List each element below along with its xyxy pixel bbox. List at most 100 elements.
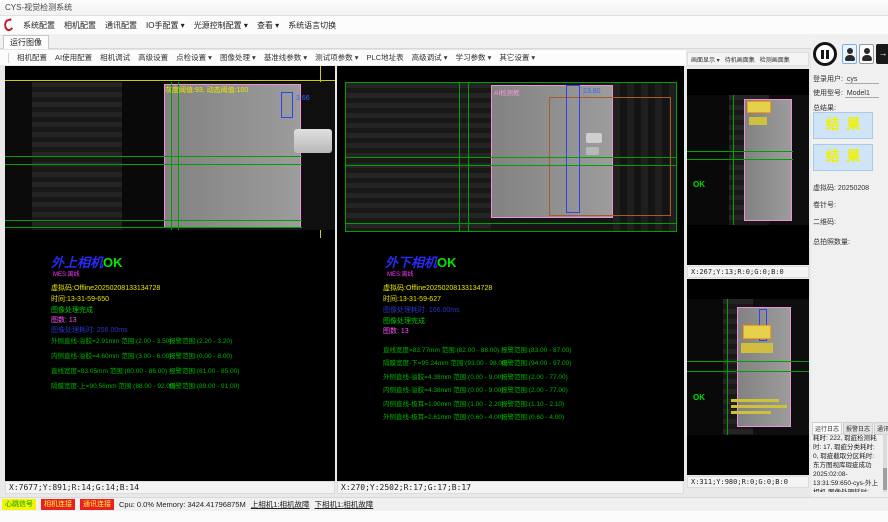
pin-number-label: 卷针号:	[813, 200, 836, 210]
tab-run-image[interactable]: 运行图像	[3, 35, 49, 49]
tool-advanced-debug[interactable]: 高级调试 ▾	[412, 52, 448, 63]
mes-note: MES:离线	[387, 269, 414, 278]
tool-bar: 相机配置 AI使用配置 相机调试 高级设置 点检设置 ▾ 图像处理 ▾ 基准线参…	[0, 49, 686, 65]
capture-time: 时间:13-31-59-650	[51, 294, 109, 304]
tool-other-settings[interactable]: 其它设置 ▾	[499, 52, 535, 63]
measure-row: 直线宽度=83.77mm 范围:(82.00 - 88.00)报警范围:(83.…	[383, 344, 663, 354]
model-field: 使用型号: Model1	[813, 88, 879, 98]
process-done: 图像处理完成	[383, 316, 425, 326]
measure-row: 外侧直线-溢胶=2.91mm 范围:(2.00 - 3.50)报警范围:(2.2…	[51, 335, 321, 345]
tool-spot-check[interactable]: 点检设置 ▾	[176, 52, 212, 63]
virtual-code-value: 20250208	[838, 185, 869, 192]
right-camera-viewport[interactable]: AI检测框 23.80 外下相机OK MES:离线 虚拟码:Offline202…	[337, 66, 684, 481]
login-user-value: cys	[845, 76, 879, 84]
window-footer	[0, 511, 888, 522]
measure-row: 内侧直线-溢胶=4.38mm 范围:(0.00 - 9.00)报警范围:(2.0…	[383, 384, 663, 394]
metal-glint	[586, 133, 602, 143]
log-scrollbar[interactable]	[883, 434, 887, 492]
cpu-memory-readout: Cpu: 0.0% Memory: 3424.41796875M	[119, 500, 246, 509]
defect-highlight	[741, 343, 773, 353]
tool-learn-params[interactable]: 学习参数 ▾	[455, 52, 491, 63]
measure-roi-box	[566, 85, 580, 213]
login-user-field: 登录用户: cys	[813, 74, 879, 84]
left-camera-image: 3.66 灰度阈值:93, 动态阈值:100	[5, 82, 335, 230]
user-icon	[864, 48, 870, 54]
measure-row: 隔膜宽度-下=95.24mm 范围:(93.00 - 98.00)报警范围:(9…	[383, 357, 663, 367]
camera-link-status-badge: 相机连接	[41, 499, 75, 510]
camera2-fault-warning: 下相机1:相机故障	[315, 499, 374, 510]
right-camera-image: AI检测框 23.80	[345, 82, 677, 232]
model-value: Model1	[845, 90, 879, 98]
thumb-detect-set[interactable]: 检测画面集	[760, 55, 790, 64]
defect-highlight	[743, 325, 771, 339]
menu-io-config[interactable]: IO手配置 ▾	[146, 20, 185, 31]
virtual-code: 虚拟码:Offline20250208133134728	[51, 283, 160, 293]
tool-image-process[interactable]: 图像处理 ▾	[220, 52, 256, 63]
qr-code-label: 二维码:	[813, 217, 836, 227]
app-logo-icon	[3, 17, 15, 32]
thumbnail-camera-1[interactable]: OK	[687, 69, 809, 265]
menu-language-switch[interactable]: 系统语言切换	[288, 20, 336, 31]
thumb-standby-set[interactable]: 待机画面集	[725, 55, 755, 64]
shot-count-label: 总拍照数量:	[813, 237, 850, 247]
status-bar: 心跳信号 相机连接 通讯连接 Cpu: 0.0% Memory: 3424.41…	[0, 497, 888, 511]
user-mode-button-active[interactable]	[842, 44, 857, 64]
tool-baseline-params[interactable]: 基准线参数 ▾	[264, 52, 307, 63]
measure-row: 隔膜宽度-上=90.56mm 范围:(88.00 - 92.00)报警范围:(8…	[51, 380, 321, 390]
tool-test-params[interactable]: 测试项参数 ▾	[315, 52, 358, 63]
measure-row: 内侧直线-溢胶=4.60mm 范围:(3.00 - 6.00)报警范围:(0.0…	[51, 350, 321, 360]
measure-row: 外侧直线-极耳=2.61mm 范围:(0.60 - 4.00)报警范围:(0.6…	[383, 411, 663, 421]
right-camera-pixel-info: X:270;Y:2502;R:17;G:17;B:17	[337, 481, 684, 494]
overlay-text-lines	[731, 399, 779, 402]
virtual-code: 虚拟码:Offline20250208133134728	[383, 283, 492, 293]
heartbeat-status-badge: 心跳信号	[2, 499, 36, 510]
result-ok: OK	[103, 255, 123, 270]
menu-system-config[interactable]: 系统配置	[23, 20, 55, 31]
control-panel: → 登录用户: cys 使用型号: Model1 总结果: 结果 结果 虚拟码:…	[811, 36, 888, 497]
result-ok: OK	[437, 255, 457, 270]
thumbnail-toolbar: 画面显示 ▾ 待机画面集 检测画面集	[687, 52, 809, 66]
connector-part	[294, 129, 332, 153]
camera-name: 外下相机	[385, 255, 437, 270]
thumbnail-camera-2[interactable]: OK	[687, 279, 809, 475]
thumb-result-ok: OK	[693, 393, 705, 402]
process-done: 图像处理完成	[51, 305, 93, 315]
measure-row: 外侧直线-溢胶=4.38mm 范围:(0.00 - 9.00)报警范围:(2.0…	[383, 371, 663, 381]
process-elapsed: 图像处理耗时: 256.00ms	[51, 325, 128, 335]
tool-advanced-settings[interactable]: 高级设置	[138, 52, 168, 63]
log-scrollbar-thumb[interactable]	[883, 468, 887, 490]
menu-comm-config[interactable]: 通讯配置	[105, 20, 137, 31]
log-text: 耗时: 222, 瑕疵检测耗时: 17, 瑕疵分类耗时: 0, 瑕疵截取分区耗时…	[813, 434, 881, 492]
menu-camera-config[interactable]: 相机配置	[64, 20, 96, 31]
thumb-view-select[interactable]: 画面显示 ▾	[691, 55, 720, 64]
measure-tag: 23.80	[583, 88, 601, 95]
measure-row: 直线宽度=83.05mm 范围:(80.00 - 86.00)报警范围:(81.…	[51, 365, 321, 375]
metal-glint	[586, 147, 599, 155]
capture-time: 时间:13-31-59-627	[383, 294, 441, 304]
tool-camera-config[interactable]: 相机配置	[17, 52, 47, 63]
window-titlebar: CYS-视觉检测系统	[0, 0, 888, 16]
thumb-result-ok: OK	[693, 180, 705, 189]
tool-plc-address[interactable]: PLC地址表	[367, 52, 404, 63]
frame-count: 图数: 13	[383, 326, 409, 336]
window-title: CYS-视觉检测系统	[5, 3, 72, 12]
comm-link-status-badge: 通讯连接	[80, 499, 114, 510]
exit-icon: →	[879, 48, 888, 58]
defect-highlight	[749, 117, 767, 125]
menu-light-config[interactable]: 光源控制配置 ▾	[194, 20, 248, 31]
user-mode-button[interactable]	[859, 44, 874, 64]
tool-camera-debug[interactable]: 相机调试	[100, 52, 130, 63]
mes-note: MES:离线	[53, 269, 80, 278]
tool-ai-use-config[interactable]: AI使用配置	[55, 52, 92, 63]
thumbnail1-pixel-info: X:267;Y:13;R:0;G:0;B:0	[687, 266, 809, 278]
ai-detect-box-label: AI检测框	[494, 87, 520, 97]
measure-roi-box	[281, 92, 293, 118]
threshold-label: 灰度阈值:93, 动态阈值:100	[165, 85, 248, 95]
pause-button[interactable]	[813, 42, 837, 66]
exit-button[interactable]: →	[876, 44, 888, 64]
defect-highlight	[747, 101, 771, 113]
menu-bar: 系统配置 相机配置 通讯配置 IO手配置 ▾ 光源控制配置 ▾ 查看 ▾ 系统语…	[0, 16, 888, 34]
menu-view[interactable]: 查看 ▾	[257, 20, 279, 31]
left-camera-viewport[interactable]: 3.66 灰度阈值:93, 动态阈值:100 外上相机OK MES:离线 虚拟码…	[5, 66, 335, 481]
thumbnail2-pixel-info: X:311;Y:980;R:0;G:0;B:0	[687, 476, 809, 488]
